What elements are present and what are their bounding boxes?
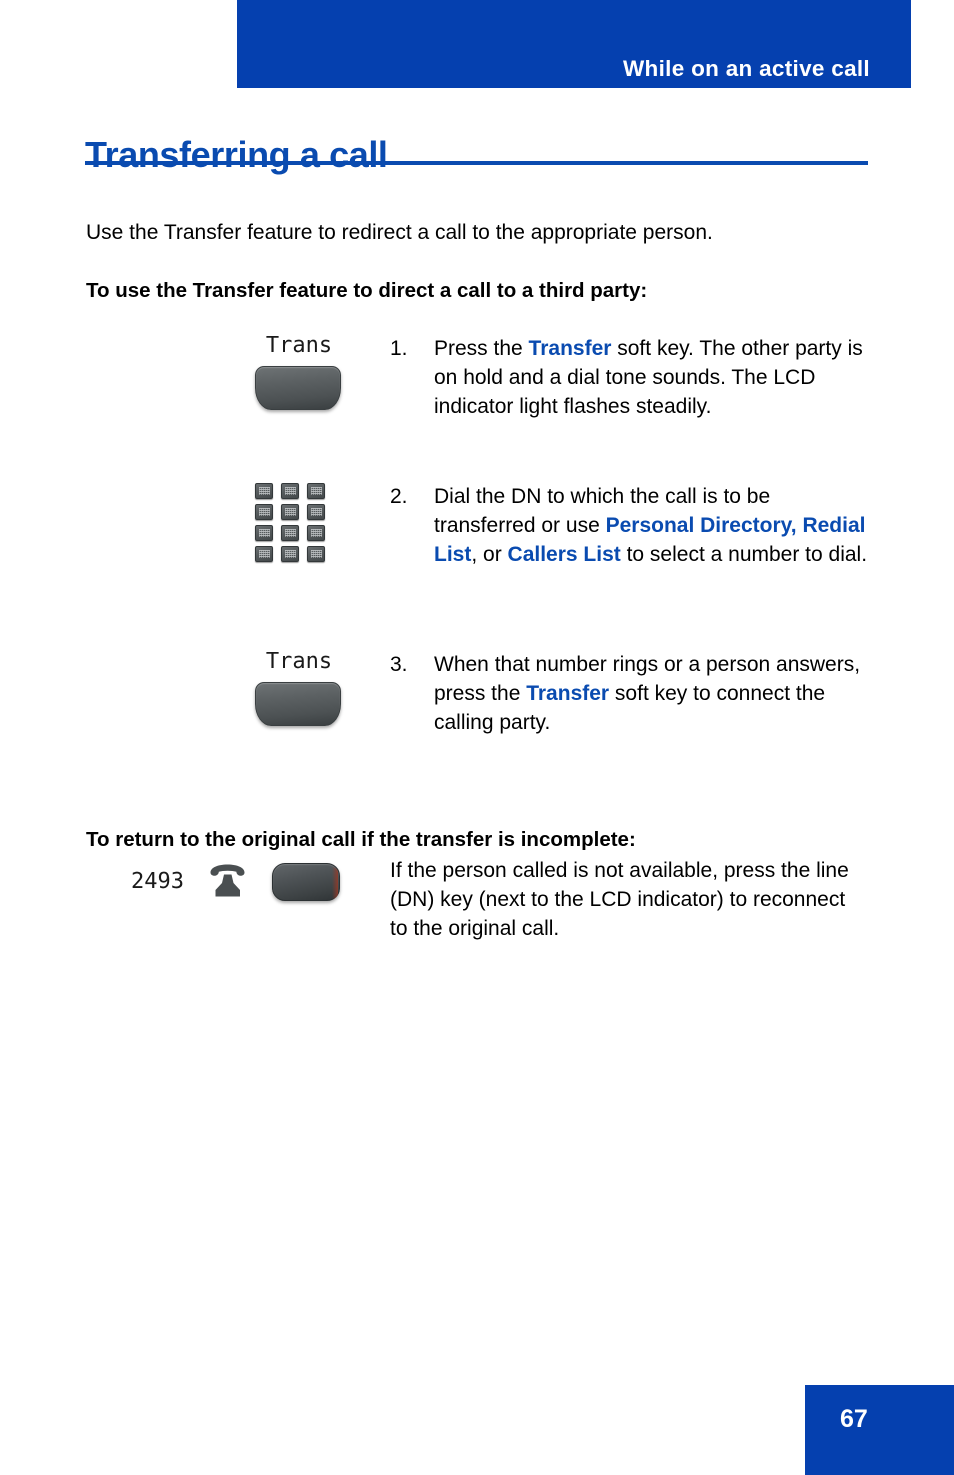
section-one-subheading: To use the Transfer feature to direct a …: [86, 278, 648, 302]
keypad-key: [281, 483, 299, 499]
softkey-button-icon: [255, 682, 341, 726]
step-icon-cell: Trans: [135, 335, 390, 410]
transfer-softkey-graphic: Trans: [255, 335, 341, 410]
procedure-step: Trans 1. Press the Transfer soft key. Th…: [135, 335, 925, 421]
softkey-button-icon: [255, 366, 341, 410]
keypad-key: [255, 546, 273, 562]
keypad-key: [307, 525, 325, 541]
step-icon-cell: [135, 483, 390, 562]
transfer-softkey-graphic: Trans: [255, 651, 341, 726]
keypad-key: [281, 525, 299, 541]
keypad-key: [307, 504, 325, 520]
title-underline-rule: [85, 161, 868, 165]
intro-paragraph: Use the Transfer feature to redirect a c…: [86, 221, 713, 244]
step-text-cell: 3. When that number rings or a person an…: [390, 651, 925, 737]
keypad-key: [255, 504, 273, 520]
keypad-key: [255, 483, 273, 499]
dialpad-keypad-icon: [255, 483, 325, 562]
line-dn-key-icon: [271, 863, 340, 901]
procedure-step: 2. Dial the DN to which the call is to b…: [135, 483, 925, 569]
running-header-title: While on an active call: [623, 55, 870, 81]
keypad-key: [281, 546, 299, 562]
step-number: 1.: [390, 337, 408, 360]
softkey-lcd-label: Trans: [265, 649, 333, 674]
step-number: 2.: [390, 485, 408, 508]
keypad-key: [281, 504, 299, 520]
step-body-text: When that number rings or a person answe…: [434, 653, 861, 734]
note-body-text: If the person called is not available, p…: [390, 859, 849, 940]
step-body-text: Press the Transfer soft key. The other p…: [434, 337, 863, 418]
page-number: 67: [840, 1405, 868, 1433]
keypad-key: [307, 483, 325, 499]
step-text-cell: 2. Dial the DN to which the call is to b…: [390, 483, 925, 569]
step-body-text: Dial the DN to which the call is to be t…: [434, 485, 868, 566]
note-icon-cell: 2493: [86, 855, 390, 901]
telephone-handset-icon: [210, 864, 245, 897]
section-two-subheading: To return to the original call if the tr…: [86, 827, 636, 851]
keypad-key: [307, 546, 325, 562]
step-number: 3.: [390, 653, 408, 676]
page-title: Transferring a call: [85, 134, 388, 176]
step-text-cell: 1. Press the Transfer soft key. The othe…: [390, 335, 925, 421]
softkey-lcd-label: Trans: [265, 333, 333, 358]
page-header-bar: While on an active call: [237, 0, 911, 88]
step-icon-cell: Trans: [135, 651, 390, 726]
page-footer-bar: 67: [805, 1385, 954, 1475]
dn-number-label: 2493: [131, 869, 184, 894]
procedure-step: Trans 3. When that number rings or a per…: [135, 651, 925, 737]
note-row: 2493 If the person called is not availab…: [86, 855, 916, 943]
keypad-key: [255, 525, 273, 541]
